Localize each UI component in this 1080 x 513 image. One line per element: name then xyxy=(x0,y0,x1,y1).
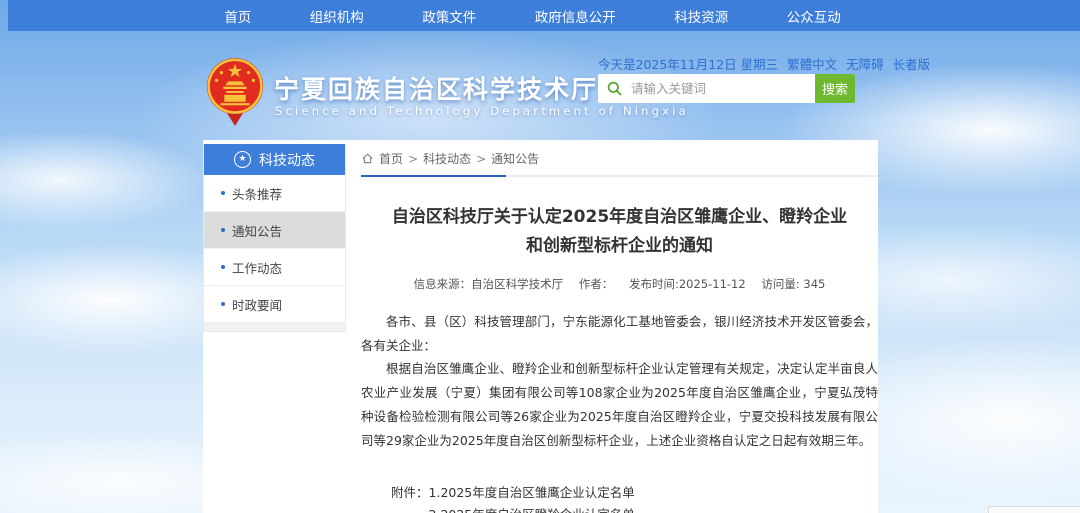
nav-item-tech-resources[interactable]: 科技资源 xyxy=(674,6,728,26)
sidebar-item-label: 工作动态 xyxy=(232,258,282,277)
link-traditional-chinese[interactable]: 繁體中文 xyxy=(787,54,837,73)
sidebar: ★ 科技动态 头条推荐 通知公告 工作动态 时政要闻 xyxy=(203,144,346,332)
search-input[interactable] xyxy=(629,80,815,97)
article-title-line1: 自治区科技厅关于认定2025年度自治区雏鹰企业、瞪羚企业 xyxy=(361,203,878,232)
current-date-text: 今天是2025年11月12日 星期三 xyxy=(598,54,778,73)
nav-item-public-interaction[interactable]: 公众互动 xyxy=(787,6,841,26)
article-body: 各市、县（区）科技管理部门，宁东能源化工基地管委会，银川经济技术开发区管委会，各… xyxy=(361,310,878,453)
site-subtitle: Science and Technology Department of Nin… xyxy=(275,104,689,118)
attachments-label: 附件： xyxy=(391,482,429,513)
attachment-link[interactable]: 1.2025年度自治区雏鹰企业认定名单 xyxy=(429,482,673,504)
meta-visits-value: 345 xyxy=(803,277,825,291)
article-title: 自治区科技厅关于认定2025年度自治区雏鹰企业、瞪羚企业 和创新型标杆企业的通知 xyxy=(361,203,878,261)
sidebar-item-label: 通知公告 xyxy=(232,221,282,240)
breadcrumb: 首页 > 科技动态 > 通知公告 xyxy=(361,140,878,167)
nav-item-gov-info-disclosure[interactable]: 政府信息公开 xyxy=(535,6,616,26)
meta-source-value: 自治区科学技术厅 xyxy=(471,277,563,291)
meta-author-label: 作者： xyxy=(579,277,614,291)
meta-source-label: 信息来源： xyxy=(414,277,472,291)
breadcrumb-home[interactable]: 首页 xyxy=(379,150,403,167)
link-accessibility[interactable]: 无障碍 xyxy=(846,54,884,73)
breadcrumb-separator: > xyxy=(476,152,486,166)
breadcrumb-current: 通知公告 xyxy=(491,150,539,167)
bullet-dot-icon xyxy=(221,265,225,269)
sidebar-item-work-updates[interactable]: 工作动态 xyxy=(204,249,345,286)
article-paragraph: 根据自治区雏鹰企业、瞪羚企业和创新型标杆企业认定管理有关规定，决定认定半亩良人农… xyxy=(361,357,878,452)
national-emblem-icon xyxy=(204,56,266,128)
search-button[interactable]: 搜索 xyxy=(815,74,855,103)
bullet-dot-icon xyxy=(221,191,225,195)
page: 首页 组织机构 政策文件 政府信息公开 科技资源 公众互动 宁夏回族自治区科学技… xyxy=(0,0,1080,513)
attachments-section: 附件： 1.2025年度自治区雏鹰企业认定名单 2.2025年度自治区瞪羚企业认… xyxy=(391,482,878,513)
breadcrumb-divider xyxy=(361,175,878,177)
sidebar-footer-strip xyxy=(204,323,345,331)
search-field xyxy=(598,74,815,103)
footer-stub xyxy=(988,506,1080,513)
top-nav-items: 首页 组织机构 政策文件 政府信息公开 科技资源 公众互动 xyxy=(195,0,870,31)
meta-time-label: 发布时间: xyxy=(629,277,679,291)
star-circle-icon: ★ xyxy=(234,151,251,168)
breadcrumb-category[interactable]: 科技动态 xyxy=(423,150,471,167)
breadcrumb-separator: > xyxy=(408,152,418,166)
content-panel: ★ 科技动态 头条推荐 通知公告 工作动态 时政要闻 xyxy=(203,140,878,513)
article-paragraph: 各市、县（区）科技管理部门，宁东能源化工基地管委会，银川经济技术开发区管委会，各… xyxy=(361,310,878,358)
meta-time-value: 2025-11-12 xyxy=(679,277,746,291)
attachments-list: 1.2025年度自治区雏鹰企业认定名单 2.2025年度自治区瞪羚企业认定名单 … xyxy=(429,482,673,513)
main-article-area: 首页 > 科技动态 > 通知公告 自治区科技厅关于认定2025年度自治区雏鹰企业… xyxy=(361,140,878,513)
bullet-dot-icon xyxy=(221,228,225,232)
article-title-line2: 和创新型标杆企业的通知 xyxy=(361,232,878,261)
bullet-dot-icon xyxy=(221,302,225,306)
site-title: 宁夏回族自治区科学技术厅 xyxy=(274,70,598,106)
sidebar-item-label: 时政要闻 xyxy=(232,295,282,314)
sidebar-title: 科技动态 xyxy=(259,150,315,170)
nav-item-policy-documents[interactable]: 政策文件 xyxy=(422,6,476,26)
nav-item-organization[interactable]: 组织机构 xyxy=(310,6,364,26)
sidebar-item-label: 头条推荐 xyxy=(232,184,282,203)
attachment-link[interactable]: 2.2025年度自治区瞪羚企业认定名单 xyxy=(429,504,673,513)
search-box: 搜索 xyxy=(598,74,855,103)
search-icon xyxy=(607,81,622,96)
article-meta: 信息来源：自治区科学技术厅 作者： 发布时间:2025-11-12 访问量: 3… xyxy=(361,276,878,292)
sidebar-item-headlines[interactable]: 头条推荐 xyxy=(204,175,345,212)
top-nav-bar: 首页 组织机构 政策文件 政府信息公开 科技资源 公众互动 xyxy=(8,0,1080,31)
sidebar-item-current-politics[interactable]: 时政要闻 xyxy=(204,286,345,323)
sidebar-item-notices[interactable]: 通知公告 xyxy=(204,212,345,249)
sidebar-header: ★ 科技动态 xyxy=(204,144,345,175)
link-elder-version[interactable]: 长者版 xyxy=(893,54,931,73)
header-utility-row: 今天是2025年11月12日 星期三 繁體中文 无障碍 长者版 xyxy=(598,54,872,73)
nav-item-home[interactable]: 首页 xyxy=(224,6,251,26)
meta-visits-label: 访问量: xyxy=(761,277,799,291)
home-icon xyxy=(361,152,374,165)
